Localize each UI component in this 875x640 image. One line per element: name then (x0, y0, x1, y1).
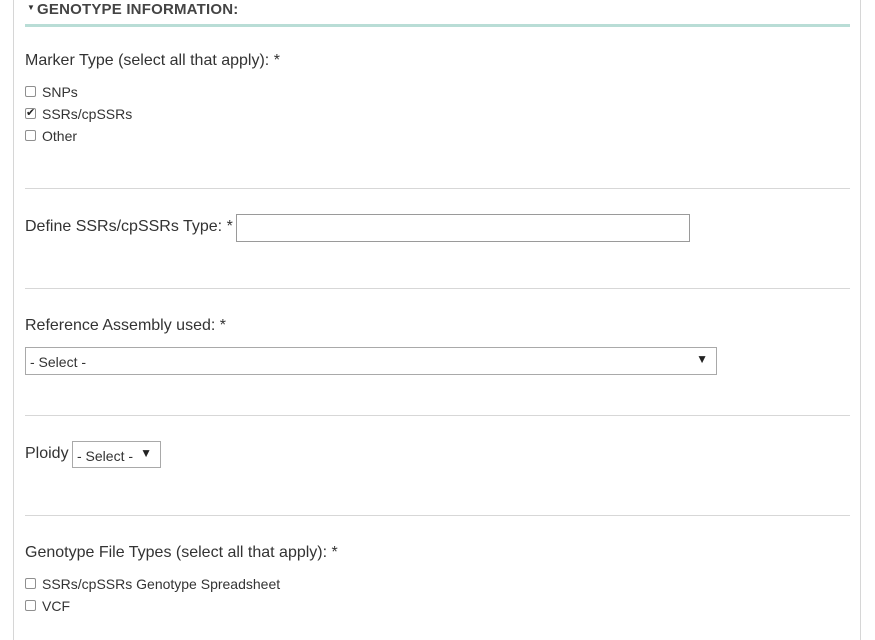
vcf-checkbox[interactable] (25, 600, 36, 611)
other-checkbox[interactable] (25, 130, 36, 141)
triangle-down-icon: ▼ (140, 446, 152, 460)
triangle-down-icon: ▼ (696, 352, 708, 366)
ssr-type-label: Define SSRs/cpSSRs Type: * (25, 218, 233, 235)
divider (25, 188, 850, 189)
genotype-file-types-label: Genotype File Types (select all that app… (25, 544, 338, 561)
ssr-type-input[interactable] (236, 214, 690, 242)
genotype-information-panel: ▼ GENOTYPE INFORMATION: Marker Type (sel… (13, 0, 861, 640)
reference-assembly-selected: - Select - (30, 354, 87, 370)
spreadsheet-label[interactable]: SSRs/cpSSRs Genotype Spreadsheet (42, 576, 280, 592)
ploidy-label: Ploidy (25, 445, 69, 462)
ssrs-checkbox[interactable] (25, 106, 36, 119)
section-title: GENOTYPE INFORMATION: (37, 1, 239, 18)
divider (25, 288, 850, 289)
ssrs-label[interactable]: SSRs/cpSSRs (42, 106, 132, 122)
other-label[interactable]: Other (42, 128, 77, 144)
caret-down-icon[interactable]: ▼ (27, 3, 35, 12)
divider (25, 415, 850, 416)
marker-type-label: Marker Type (select all that apply): * (25, 52, 280, 69)
vcf-label[interactable]: VCF (42, 598, 70, 614)
snps-checkbox[interactable] (25, 86, 36, 97)
snps-label[interactable]: SNPs (42, 84, 78, 100)
reference-assembly-label: Reference Assembly used: * (25, 317, 226, 334)
ploidy-select[interactable]: - Select - ▼ (72, 441, 161, 468)
spreadsheet-checkbox[interactable] (25, 578, 36, 589)
ploidy-selected: - Select - (77, 448, 134, 464)
section-header-genotype-information[interactable]: ▼ GENOTYPE INFORMATION: (25, 0, 850, 27)
divider (25, 515, 850, 516)
reference-assembly-select[interactable]: - Select - ▼ (25, 347, 717, 375)
